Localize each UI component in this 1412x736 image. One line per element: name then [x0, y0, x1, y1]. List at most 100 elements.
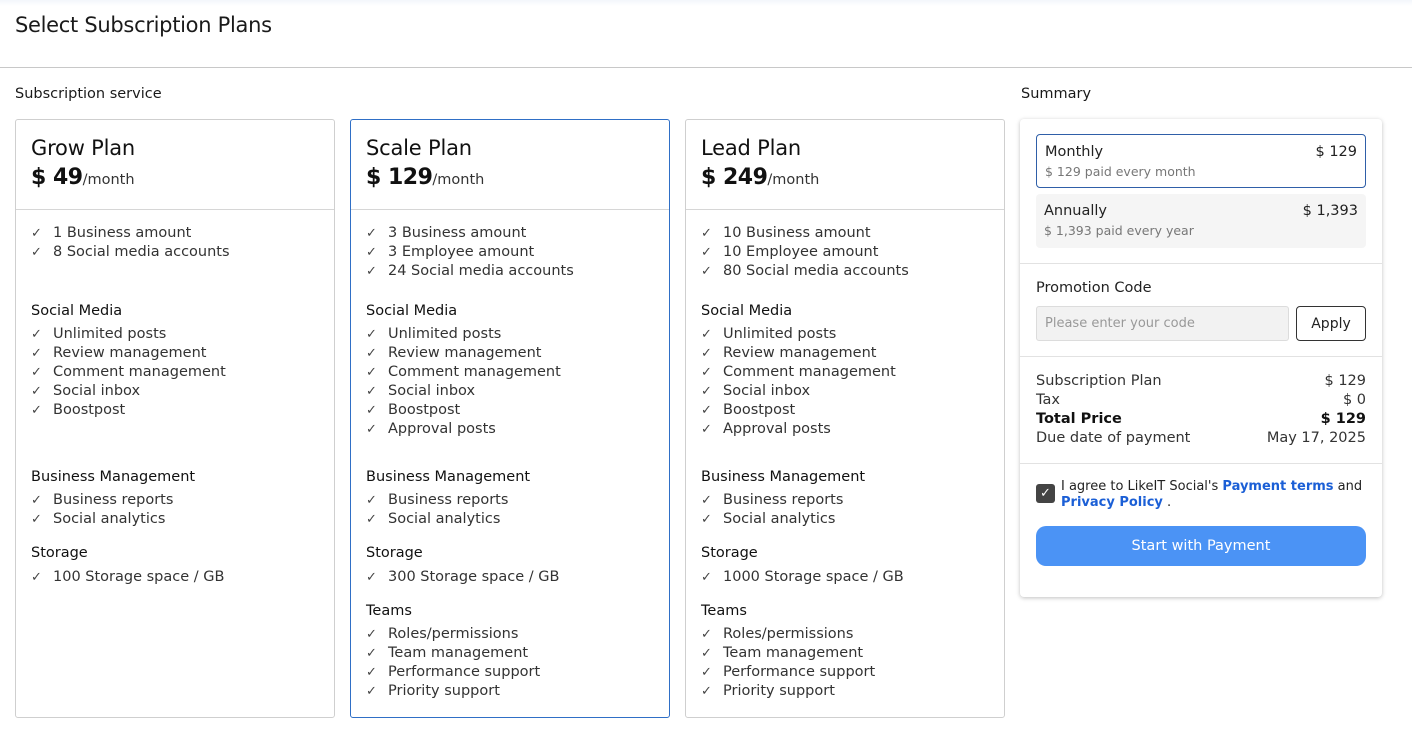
group-title-social-media: Social Media — [31, 303, 123, 319]
feature-text: Review management — [388, 345, 542, 361]
check-icon: ✓ — [701, 512, 712, 527]
start-payment-button[interactable]: Start with Payment — [1036, 526, 1366, 566]
check-icon: ✓ — [366, 512, 377, 527]
checkbox-checked-icon[interactable]: ✓ — [1036, 484, 1055, 503]
feature-item: ✓ 24 Social media accounts — [366, 262, 669, 281]
billing-option-monthly[interactable]: Monthly $ 129 $ 129 paid every month — [1036, 134, 1366, 188]
feature-list: ✓ 300 Storage space / GB — [366, 568, 669, 587]
row-value: $ 129 — [1320, 411, 1366, 427]
row-value: $ 0 — [1342, 392, 1366, 408]
promotion-code-input[interactable] — [1036, 306, 1289, 341]
divider — [1020, 463, 1382, 464]
group-title-business-management: Business Management — [31, 469, 196, 485]
agree-prefix: I agree to LikeIT Social's — [1061, 479, 1223, 494]
check-icon: ✓ — [701, 422, 712, 437]
feature-text: Approval posts — [723, 421, 831, 437]
plan-price-amount: $ 129 — [366, 165, 433, 190]
feature-text: Business reports — [388, 492, 509, 508]
feature-text: Review management — [53, 345, 207, 361]
check-icon: ✓ — [366, 403, 377, 418]
plan-name: Grow Plan — [31, 136, 136, 160]
feature-text: 1 Business amount — [53, 225, 192, 241]
check-icon: ✓ — [366, 245, 377, 260]
feature-item: ✓ 1 Business amount — [31, 224, 334, 243]
billing-option-price: $ 129 — [1315, 144, 1357, 160]
plan-card-lead[interactable]: Lead Plan $ 249/month ✓ 10 Business amoun… — [685, 119, 1005, 718]
feature-text: Team management — [388, 645, 529, 661]
terms-agreement: ✓ I agree to LikeIT Social's Payment ter… — [1036, 479, 1366, 511]
check-icon: ✓ — [701, 264, 712, 279]
feature-item: ✓ Business reports — [701, 491, 1004, 510]
check-icon: ✓ — [366, 493, 377, 508]
check-icon: ✓ — [366, 422, 377, 437]
check-icon: ✓ — [366, 226, 377, 241]
plan-features: ✓ 10 Business amount ✓ 10 Employee amount ✓ 8… — [686, 210, 1004, 701]
feature-item: ✓ Unlimited posts — [31, 325, 334, 344]
billing-option-annually[interactable]: Annually $ 1,393 $ 1,393 paid every year — [1036, 194, 1366, 248]
check-icon: ✓ — [366, 665, 377, 680]
row-label: Total Price — [1036, 411, 1122, 427]
due-date-row: Due date of payment May 17, 2025 — [1036, 429, 1366, 448]
group-title-storage: Storage — [366, 545, 423, 561]
plan-header: Lead Plan $ 249/month — [686, 120, 1004, 210]
price-breakdown: Subscription Plan $ 129 Tax $ 0 Total Pric… — [1036, 372, 1366, 448]
apply-button[interactable]: Apply — [1296, 306, 1366, 341]
check-icon: ✓ — [366, 627, 377, 642]
subscription-service-label: Subscription service — [15, 86, 162, 102]
feature-item: ✓ 80 Social media accounts — [701, 262, 1004, 281]
check-icon: ✓ — [31, 245, 42, 260]
feature-list: ✓ 1 Business amount ✓ 8 Social media accoun… — [31, 224, 334, 262]
plan-price: $ 129/month — [366, 165, 669, 193]
feature-text: Unlimited posts — [53, 326, 167, 342]
feature-text: 300 Storage space / GB — [388, 569, 560, 585]
row-value: May 17, 2025 — [1266, 430, 1366, 446]
feature-item: ✓ Boostpost — [366, 401, 669, 420]
feature-text: 8 Social media accounts — [53, 244, 230, 260]
payment-terms-link[interactable]: Payment terms — [1222, 479, 1333, 494]
check-icon: ✓ — [701, 365, 712, 380]
feature-text: 80 Social media accounts — [723, 263, 909, 279]
feature-text: Roles/permissions — [723, 626, 854, 642]
feature-list: ✓ Unlimited posts ✓ Review management ✓ Comme… — [31, 325, 334, 420]
feature-item: ✓ 3 Employee amount — [366, 243, 669, 262]
feature-text: Boostpost — [723, 402, 796, 418]
check-icon: ✓ — [366, 346, 377, 361]
check-icon: ✓ — [701, 384, 712, 399]
plan-price-period: /month — [82, 172, 135, 188]
feature-item: ✓ Team management — [366, 644, 669, 663]
row-value: $ 129 — [1324, 373, 1366, 389]
billing-option-label: Annually — [1044, 203, 1108, 219]
feature-item: ✓ 10 Business amount — [701, 224, 1004, 243]
row-label: Tax — [1036, 392, 1060, 408]
billing-option-note: $ 1,393 paid every year — [1044, 223, 1194, 238]
feature-item: ✓ Approval posts — [701, 420, 1004, 439]
feature-item: ✓ Priority support — [701, 682, 1004, 701]
check-icon: ✓ — [31, 365, 42, 380]
plan-price: $ 249/month — [701, 165, 1004, 193]
plan-card-grow[interactable]: Grow Plan $ 49/month ✓ 1 Business amount ✓… — [15, 119, 335, 718]
plan-features: ✓ 3 Business amount ✓ 3 Employee amount ✓ 24 … — [351, 210, 669, 701]
group-title-social-media: Social Media — [366, 303, 458, 319]
check-icon: ✓ — [701, 327, 712, 342]
group-title-storage: Storage — [31, 545, 88, 561]
plan-name: Scale Plan — [366, 136, 472, 160]
plan-card-scale[interactable]: Scale Plan $ 129/month ✓ 3 Business amoun… — [350, 119, 670, 718]
feature-item: ✓ Unlimited posts — [366, 325, 669, 344]
feature-text: Boostpost — [53, 402, 126, 418]
divider — [1020, 263, 1382, 264]
privacy-policy-link[interactable]: Privacy Policy — [1061, 495, 1163, 510]
feature-text: Approval posts — [388, 421, 496, 437]
summary-label: Summary — [1021, 86, 1092, 102]
billing-option-note: $ 129 paid every month — [1045, 164, 1196, 179]
feature-text: Priority support — [723, 683, 835, 699]
feature-text: Performance support — [388, 664, 541, 680]
feature-text: Comment management — [388, 364, 561, 380]
feature-list: ✓ 3 Business amount ✓ 3 Employee amount ✓ 24 … — [366, 224, 669, 281]
group-title-teams: Teams — [366, 603, 412, 619]
header-bar: Select Subscription Plans — [0, 0, 1412, 68]
agree-suffix: . — [1162, 495, 1172, 510]
feature-item: ✓ Team management — [701, 644, 1004, 663]
billing-option-label: Monthly — [1045, 144, 1104, 160]
feature-list: ✓ Business reports ✓ Social analytics — [31, 491, 334, 529]
check-icon: ✓ — [366, 365, 377, 380]
